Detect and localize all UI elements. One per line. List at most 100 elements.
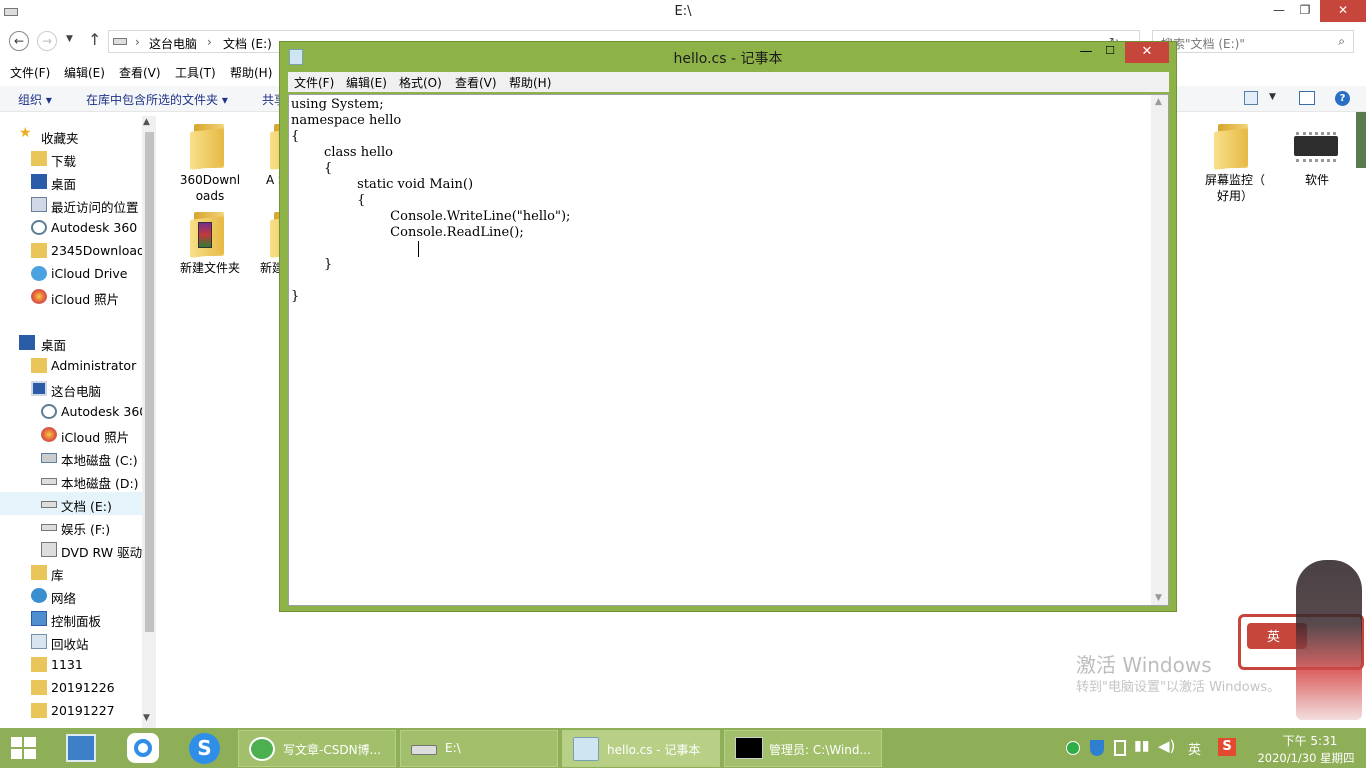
- nav-drive-d[interactable]: 本地磁盘 (D:): [0, 469, 142, 492]
- nav-dvd[interactable]: DVD RW 驱动: [0, 538, 142, 561]
- input-language[interactable]: 英: [1188, 739, 1201, 758]
- baidu-netdisk-icon[interactable]: [127, 733, 159, 763]
- file-label: A Sh: [266, 173, 279, 187]
- np-menu-file[interactable]: 文件(F): [294, 74, 334, 91]
- file-item[interactable]: A Sh: [262, 122, 279, 206]
- search-icon[interactable]: ⌕: [1338, 34, 1345, 49]
- window-title: E:\: [674, 4, 692, 19]
- menu-tools[interactable]: 工具(T): [175, 64, 216, 81]
- np-menu-view[interactable]: 查看(V): [455, 74, 497, 91]
- breadcrumb-item[interactable]: 文档 (E:): [223, 35, 272, 52]
- nav-drive-e[interactable]: 文档 (E:): [0, 492, 142, 515]
- help-icon[interactable]: ?: [1335, 91, 1350, 106]
- nav-folder-20191227[interactable]: 20191227: [0, 699, 142, 722]
- menu-help[interactable]: 帮助(H): [230, 64, 272, 81]
- sogou-browser-icon[interactable]: S: [189, 733, 220, 764]
- search-input[interactable]: 搜索"文档 (E:)" ⌕: [1152, 30, 1354, 53]
- file-item[interactable]: 360Downl oads: [175, 122, 245, 206]
- text-caret: [418, 241, 419, 257]
- nav-desktop[interactable]: 桌面: [0, 170, 142, 193]
- menu-edit[interactable]: 编辑(E): [64, 64, 105, 81]
- file-item[interactable]: 软件: [1282, 122, 1352, 192]
- file-item[interactable]: 新建: [258, 210, 279, 280]
- chevron-right-icon[interactable]: ›: [135, 35, 140, 49]
- menu-view[interactable]: 查看(V): [119, 64, 161, 81]
- security-icon[interactable]: [1066, 741, 1080, 755]
- clock-time[interactable]: 下午 5:31: [1262, 732, 1358, 749]
- breadcrumb-item[interactable]: 这台电脑: [149, 35, 197, 52]
- nav-recent[interactable]: 最近访问的位置: [0, 193, 142, 216]
- windows-drive-icon: [41, 453, 57, 463]
- chevron-right-icon[interactable]: ›: [207, 35, 212, 49]
- np-menu-edit[interactable]: 编辑(E): [346, 74, 387, 91]
- nav-pc-autodesk[interactable]: Autodesk 360: [0, 400, 147, 423]
- nav-label: 桌面: [51, 177, 77, 192]
- control-panel-pin-icon[interactable]: [66, 734, 96, 762]
- back-button[interactable]: ←: [9, 31, 29, 51]
- notepad-minimize-button[interactable]: —: [1076, 44, 1096, 59]
- nav-label: 最近访问的位置: [51, 200, 139, 215]
- scroll-up-icon[interactable]: ▲: [143, 117, 150, 127]
- nav-network[interactable]: 网络: [0, 584, 142, 607]
- scroll-up-icon[interactable]: ▲: [1155, 97, 1162, 107]
- nav-control-panel[interactable]: 控制面板: [0, 607, 142, 630]
- shield-icon[interactable]: [1090, 740, 1104, 756]
- close-button[interactable]: ✕: [1320, 0, 1366, 22]
- file-item[interactable]: 新建文件夹: [175, 210, 245, 280]
- up-arrow-icon[interactable]: ↑: [88, 30, 101, 49]
- nav-2345downloads[interactable]: 2345Downloads: [0, 239, 151, 262]
- recent-dropdown-icon[interactable]: ▼: [66, 34, 73, 44]
- volume-icon[interactable]: ◀): [1158, 737, 1175, 755]
- nav-icloud-photos[interactable]: iCloud 照片: [0, 285, 142, 308]
- notepad-maximize-button[interactable]: ☐: [1100, 44, 1120, 57]
- taskbar-button-explorer[interactable]: E:\: [400, 730, 558, 767]
- battery-icon[interactable]: [1114, 740, 1126, 756]
- nav-this-pc[interactable]: 这台电脑: [0, 377, 142, 400]
- nav-folder-20191226[interactable]: 20191226: [0, 676, 142, 699]
- forward-button[interactable]: →: [37, 31, 57, 51]
- nav-label: 娱乐 (F:): [61, 522, 111, 537]
- nav-pc-icloud-photos[interactable]: iCloud 照片: [0, 423, 142, 446]
- nav-drive-f[interactable]: 娱乐 (F:): [0, 515, 142, 538]
- maximize-button[interactable]: ❐: [1290, 0, 1320, 22]
- nav-folder-1131[interactable]: 1131: [0, 653, 142, 676]
- taskbar-button-notepad[interactable]: hello.cs - 记事本: [562, 730, 720, 767]
- nav-scrollbar-thumb[interactable]: [145, 132, 154, 632]
- np-menu-help[interactable]: 帮助(H): [509, 74, 551, 91]
- view-options-icon[interactable]: [1244, 91, 1258, 105]
- notepad-scrollbar[interactable]: ▲ ▼: [1151, 95, 1168, 605]
- nav-drive-c[interactable]: 本地磁盘 (C:): [0, 446, 142, 469]
- command-prompt-icon: [735, 737, 763, 759]
- nav-icloud-drive[interactable]: iCloud Drive: [0, 262, 142, 285]
- menu-file[interactable]: 文件(F): [10, 64, 50, 81]
- start-button[interactable]: [11, 737, 37, 759]
- notepad-text-area[interactable]: using System; namespace hello { class he…: [288, 94, 1169, 606]
- desktop-icon: [19, 335, 35, 350]
- sogou-ime-icon[interactable]: S: [1218, 738, 1236, 756]
- taskbar-button-csdn[interactable]: 写文章-CSDN博...: [238, 730, 396, 767]
- include-in-library-button[interactable]: 在库中包含所选的文件夹 ▾: [86, 91, 228, 108]
- scroll-down-icon[interactable]: ▼: [143, 713, 150, 723]
- preview-pane-icon[interactable]: [1299, 91, 1315, 105]
- nav-libraries[interactable]: 库: [0, 561, 142, 584]
- notepad-close-button[interactable]: ✕: [1125, 42, 1169, 63]
- clock-date[interactable]: 2020/1/30 星期四: [1250, 750, 1362, 766]
- nav-downloads[interactable]: 下载: [0, 147, 142, 170]
- folder-icon: [270, 122, 279, 170]
- scroll-down-icon[interactable]: ▼: [1155, 593, 1162, 603]
- chevron-down-icon[interactable]: ▼: [1269, 92, 1276, 102]
- taskbar-button-cmd[interactable]: 管理员: C:\Wind...: [724, 730, 882, 767]
- nav-administrator[interactable]: Administrator: [0, 354, 142, 377]
- np-menu-format[interactable]: 格式(O): [399, 74, 442, 91]
- network-icon[interactable]: ▮▮: [1134, 738, 1149, 754]
- nav-desktop-root[interactable]: 桌面: [0, 331, 142, 354]
- nav-label: Autodesk 360: [61, 404, 148, 419]
- file-item[interactable]: 屏幕监控（ 好用）: [1198, 122, 1268, 206]
- nav-autodesk[interactable]: Autodesk 360: [0, 216, 142, 239]
- nav-favorites[interactable]: ★ 收藏夹: [0, 124, 142, 147]
- star-icon: ★: [19, 125, 32, 141]
- nav-recycle-bin[interactable]: 回收站: [0, 630, 142, 653]
- nav-label: iCloud Drive: [51, 266, 128, 281]
- organize-button[interactable]: 组织 ▾: [18, 91, 52, 108]
- autodesk-cloud-icon: [41, 404, 57, 419]
